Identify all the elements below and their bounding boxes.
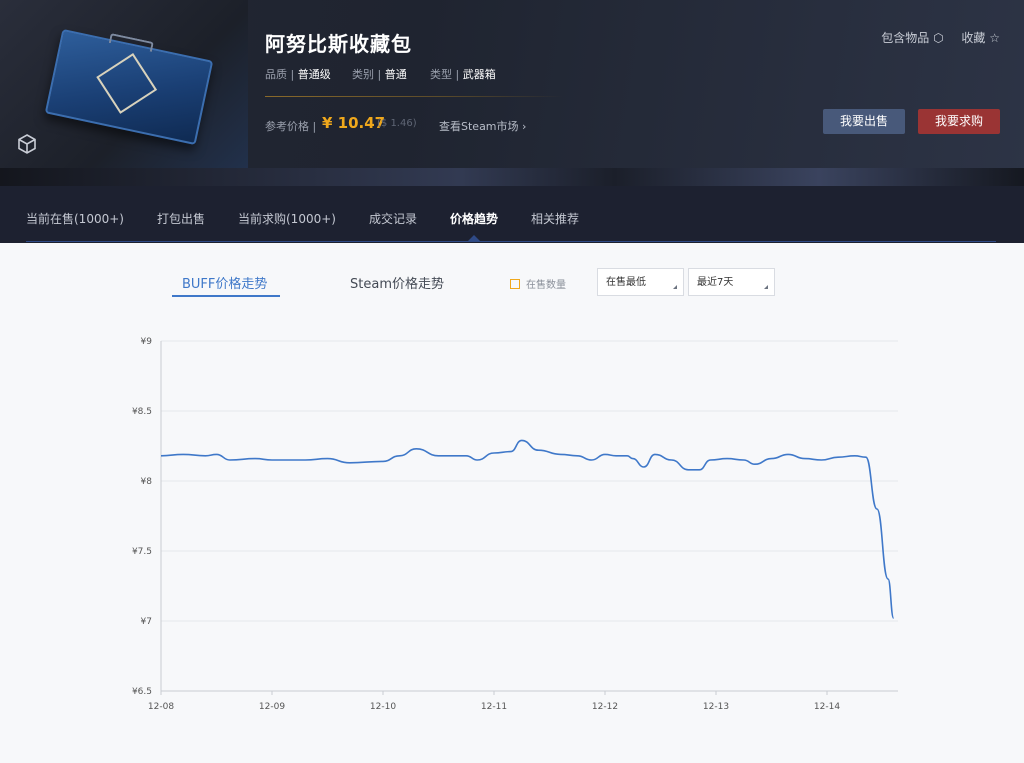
y-tick-label: ¥6.5 <box>132 687 152 697</box>
y-tick-label: ¥7.5 <box>132 547 152 557</box>
y-tick-label: ¥9 <box>141 337 153 347</box>
x-tick-label: 12-09 <box>259 702 285 712</box>
y-tick-label: ¥7 <box>141 617 152 627</box>
x-tick-label: 12-11 <box>481 702 507 712</box>
price-line <box>160 439 895 619</box>
x-tick-label: 12-13 <box>703 702 729 712</box>
y-tick-label: ¥8 <box>141 477 153 487</box>
x-tick-label: 12-12 <box>592 702 618 712</box>
y-tick-label: ¥8.5 <box>132 407 152 417</box>
x-tick-label: 12-08 <box>148 702 174 712</box>
x-tick-label: 12-10 <box>370 702 396 712</box>
price-trend-chart: ¥9 ¥8.5 ¥8 ¥7.5 ¥7 ¥6.5 12-08 12-09 12-10 12-11 12… <box>132 337 898 712</box>
x-tick-label: 12-14 <box>814 702 840 712</box>
